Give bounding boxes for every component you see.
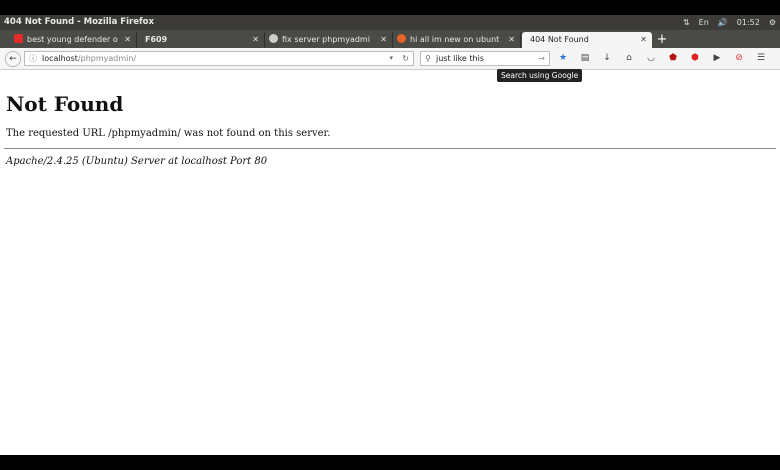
close-tab-icon[interactable]: ✕ [124,32,131,48]
tab-strip: best young defender o ✕ F609 ✕ fix serve… [0,30,780,48]
tab-label: F609 [145,35,168,44]
power-gear-icon[interactable]: ⚙ [769,15,776,30]
tab-1[interactable]: F609 ✕ [137,32,265,48]
page: { "window": { "title": "404 Not Found - … [0,0,780,470]
download-icon[interactable]: ↓ [599,51,615,66]
error-message: The requested URL /phpmyadmin/ was not f… [6,128,331,139]
close-tab-icon[interactable]: ✕ [252,32,259,48]
tab-0[interactable]: best young defender o ✕ [10,32,137,48]
home-icon[interactable]: ⌂ [621,51,637,66]
back-button[interactable]: ← [5,51,21,67]
youtube-favicon-icon [14,34,23,43]
search-bar[interactable]: ⚲ just like this → [420,51,550,66]
window-titlebar: 404 Not Found - Mozilla Firefox ⇅ En 🔊 0… [0,15,780,30]
ubuntu-favicon-icon [397,34,406,43]
menu-hamburger-icon[interactable]: ☰ [753,51,769,66]
ublock-shield-icon[interactable]: ⬟ [665,51,681,66]
tab-label: hi all im new on ubunt [410,35,500,44]
search-query: just like this [436,54,484,63]
server-signature: Apache/2.4.25 (Ubuntu) Server at localho… [6,156,268,167]
system-tray: ⇅ En 🔊 01:52 ⚙ [683,15,776,30]
close-tab-icon[interactable]: ✕ [508,32,515,48]
url-host: localhost [42,54,78,63]
keyboard-lang-indicator[interactable]: En [699,15,709,30]
adblock-icon[interactable]: ⊘ [731,51,747,66]
url-path: /phpmyadmin/ [77,54,137,63]
volume-icon[interactable]: 🔊 [718,15,728,30]
privacy-shield-icon[interactable]: ⬢ [687,51,703,66]
close-tab-icon[interactable]: ✕ [640,32,647,48]
reload-icon[interactable]: ↻ [402,52,409,65]
youtube-extension-icon[interactable]: ▶ [709,51,725,66]
network-icon[interactable]: ⇅ [683,15,690,30]
search-icon: ⚲ [425,54,431,63]
tab-4-active[interactable]: 404 Not Found ✕ [522,32,652,48]
close-tab-icon[interactable]: ✕ [380,32,387,48]
pocket-icon[interactable]: ◡ [643,51,659,66]
history-dropdown-icon[interactable]: ▾ [389,52,393,65]
address-bar[interactable]: ⓘ localhost/phpmyadmin/ ▾ ↻ [24,51,414,66]
tab-3[interactable]: hi all im new on ubunt ✕ [393,32,521,48]
tab-label: 404 Not Found [530,35,589,44]
clipboard-icon[interactable]: ▤ [577,51,593,66]
bookmark-star-icon[interactable]: ★ [555,51,571,66]
tab-label: best young defender o [27,35,118,44]
toolbar-buttons: ★ ▤ ↓ ⌂ ◡ ⬟ ⬢ ▶ ⊘ ☰ [555,51,769,66]
window-title: 404 Not Found - Mozilla Firefox [4,17,154,27]
tab-2[interactable]: fix server phpmyadmi ✕ [265,32,393,48]
github-favicon-icon [269,34,278,43]
page-heading: Not Found [6,92,124,116]
site-info-icon[interactable]: ⓘ [29,52,37,65]
page-content: Not Found The requested URL /phpmyadmin/… [0,70,780,455]
browser-window: 404 Not Found - Mozilla Firefox ⇅ En 🔊 0… [0,15,780,455]
url-text: localhost/phpmyadmin/ [42,52,136,65]
clock[interactable]: 01:52 [737,15,760,30]
new-tab-button[interactable]: + [654,32,670,48]
tab-label: fix server phpmyadmi [282,35,370,44]
search-tooltip: Search using Google [497,69,583,82]
divider [4,148,776,149]
navigation-toolbar: ← ⓘ localhost/phpmyadmin/ ▾ ↻ ⚲ just lik… [0,48,780,70]
search-go-icon[interactable]: → [538,52,545,65]
